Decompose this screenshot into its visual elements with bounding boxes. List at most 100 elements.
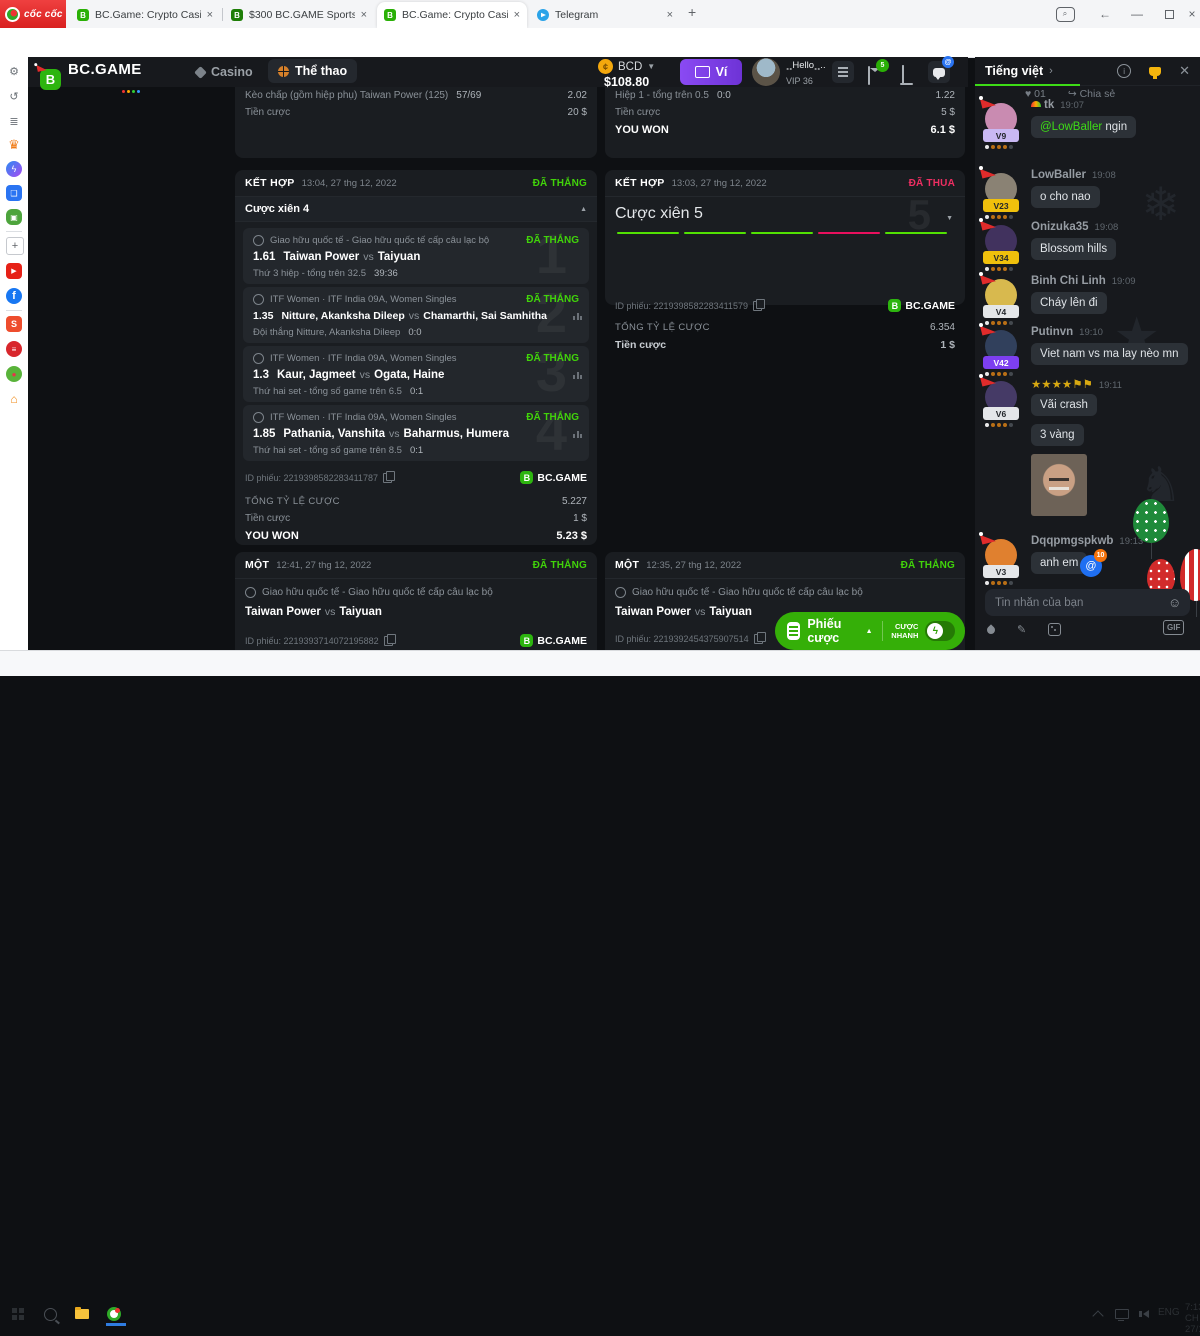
message-author[interactable]: Onizuka3519:08: [1031, 221, 1118, 233]
tab-close-icon[interactable]: ×: [514, 9, 520, 21]
wallet-button[interactable]: Ví: [680, 59, 742, 85]
stats-icon[interactable]: [573, 431, 582, 438]
search-tabs-button[interactable]: ⌕: [1048, 0, 1082, 28]
gif-button[interactable]: GIF: [1163, 620, 1184, 635]
nav-sports[interactable]: Thể thao: [268, 59, 357, 83]
input-language-button[interactable]: ENG: [1158, 1307, 1180, 1318]
bcgame-mini-logo: BBC.GAME: [888, 299, 955, 312]
history-back-button[interactable]: ←: [1088, 0, 1122, 28]
browser-tab-1[interactable]: B BC.Game: Crypto Casino Gan ×: [70, 2, 220, 28]
history-icon[interactable]: ↺: [6, 88, 22, 104]
tab-close-icon[interactable]: ×: [361, 9, 367, 21]
notifications-button[interactable]: [902, 66, 904, 84]
reading-list-icon[interactable]: ≣: [6, 113, 22, 129]
market-score: 57/69: [456, 90, 481, 101]
folder-icon: [75, 1309, 89, 1319]
plus-icon[interactable]: +: [6, 237, 24, 255]
message-author[interactable]: Putinvn19:10: [1031, 326, 1103, 338]
betslip-fab[interactable]: Phiếu cược ▲ CƯỢC NHANH ϟ: [775, 612, 965, 650]
chat-language-tab[interactable]: Tiếng việt: [985, 64, 1043, 78]
checklist-app-icon[interactable]: ≡: [6, 341, 22, 357]
shopping-app-icon[interactable]: S: [6, 316, 22, 332]
browser-tab-3-active[interactable]: B BC.Game: Crypto Casino Gan ×: [377, 2, 527, 28]
messenger-icon[interactable]: ϟ: [6, 161, 22, 177]
copy-icon[interactable]: [753, 301, 762, 311]
emoji-icon[interactable]: ☺: [1168, 595, 1181, 610]
copy-icon[interactable]: [754, 634, 763, 644]
balance-amount: $108.80: [598, 75, 655, 89]
chat-message-input[interactable]: [985, 589, 1190, 616]
message-author[interactable]: Dqqpmgspkwb19:13: [1031, 535, 1143, 547]
bet-id: ID phiếu: 2219392454375907514: [615, 634, 749, 644]
user-avatar[interactable]: [752, 58, 780, 86]
stake-value: 1 $: [573, 513, 587, 524]
mail-button[interactable]: 5: [868, 67, 870, 85]
message-author[interactable]: ★★★★⚑⚑19:11: [1031, 377, 1122, 391]
nav-casino[interactable]: Casino: [196, 65, 253, 79]
gamepad-icon[interactable]: ▣: [6, 209, 22, 225]
menu-button[interactable]: [832, 61, 854, 83]
game-app-icon[interactable]: ●: [6, 366, 22, 382]
message-text: ngin: [1102, 121, 1127, 133]
window-minimize-button[interactable]: —: [1120, 0, 1154, 28]
new-tab-button[interactable]: +: [688, 4, 696, 20]
restore-icon: [1165, 10, 1174, 19]
bcgame-logo[interactable]: B BC.GAME: [40, 61, 142, 98]
window-restore-button[interactable]: [1152, 0, 1186, 28]
bet-id-row: ID phiếu: 2219393714072195882 BBC.GAME: [235, 634, 597, 647]
tab-title: BC.Game: Crypto Casino Gan: [402, 9, 508, 21]
mentions-button[interactable]: @ 10: [1080, 555, 1102, 577]
chevron-right-icon[interactable]: ›: [1049, 65, 1053, 77]
dice-icon[interactable]: [1048, 623, 1061, 636]
tab-close-icon[interactable]: ×: [667, 9, 673, 21]
facebook-icon[interactable]: f: [6, 288, 22, 304]
trophy-icon[interactable]: [1149, 67, 1161, 76]
coccoc-brand[interactable]: cốc cốc: [0, 0, 66, 28]
leg-status: ĐÃ THẮNG: [526, 294, 579, 305]
file-explorer-button[interactable]: [74, 1306, 90, 1322]
parlay-toggle-row[interactable]: Cược xiên 4 ▲: [235, 197, 597, 222]
leg-market: Thứ hai set - tổng số game trên 8.50:1: [253, 445, 423, 456]
cart-icon[interactable]: ⌂: [6, 391, 22, 407]
stats-icon[interactable]: [573, 372, 582, 379]
message-author[interactable]: tk19:07: [1031, 99, 1084, 111]
bet-leg-4: 4 ITF Women · ITF India 09A, Women Singl…: [243, 405, 589, 461]
user-info[interactable]: ˳˳Hello˳˳.. VIP 36: [786, 60, 826, 89]
tab-title: BC.Game: Crypto Casino Gan: [95, 9, 201, 21]
quick-bet-toggle[interactable]: ϟ: [925, 621, 955, 641]
taskbar-clock[interactable]: 7:13 CH 27/12/2022: [1185, 1303, 1194, 1336]
vip-badge: V34: [983, 251, 1019, 264]
chat-app-icon[interactable]: ❑: [6, 185, 22, 201]
chat-toggle-button[interactable]: @: [928, 61, 950, 83]
window-close-button[interactable]: ×: [1184, 0, 1200, 28]
start-button[interactable]: [10, 1306, 26, 1322]
crown-icon[interactable]: ♛: [6, 137, 22, 153]
info-icon[interactable]: i: [1117, 64, 1131, 78]
message-author[interactable]: LowBaller19:08: [1031, 169, 1116, 181]
copy-icon[interactable]: [384, 636, 393, 646]
mention-text[interactable]: @LowBaller: [1040, 121, 1102, 133]
basketball-icon: [253, 235, 264, 246]
leg-score: 0:1: [410, 445, 423, 456]
stats-icon[interactable]: [573, 313, 582, 320]
currency-selector[interactable]: ¢ BCD ▼ $108.80: [598, 59, 655, 89]
gear-icon[interactable]: ⚙: [6, 63, 22, 79]
volume-button[interactable]: [1138, 1306, 1154, 1322]
close-icon[interactable]: ✕: [1179, 63, 1190, 79]
copy-icon[interactable]: [383, 473, 392, 483]
browser-tab-2[interactable]: B $300 BC.GAME Sports Parlay ×: [224, 2, 374, 28]
pen-icon[interactable]: ✎: [1017, 623, 1026, 636]
browser-tab-4[interactable]: Telegram ×: [530, 2, 680, 28]
taskbar-overflow-button[interactable]: [1090, 1306, 1106, 1322]
coccoc-taskbar-button[interactable]: [106, 1306, 122, 1322]
chat-image-meme[interactable]: [1031, 454, 1087, 516]
message-author[interactable]: Binh Chi Linh19:09: [1031, 275, 1136, 287]
youtube-icon[interactable]: ▶: [6, 263, 22, 279]
home-team: Taiwan Power: [615, 606, 691, 618]
taskbar-search-button[interactable]: [42, 1306, 58, 1322]
message-text: Viet nam vs ma lay nèo mn: [1040, 348, 1179, 360]
rain-feature-icon[interactable]: [985, 624, 996, 635]
tab-close-icon[interactable]: ×: [207, 9, 213, 21]
lightning-icon: ϟ: [927, 623, 943, 639]
network-button[interactable]: [1114, 1306, 1130, 1322]
